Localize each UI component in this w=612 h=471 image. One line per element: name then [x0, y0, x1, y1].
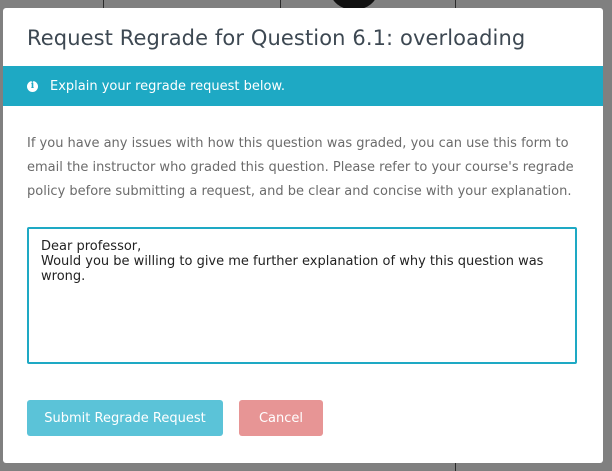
cancel-button[interactable]: Cancel — [239, 400, 323, 436]
info-circle-icon: i — [27, 80, 38, 92]
regrade-request-textarea[interactable]: Dear professor, Would you be willing to … — [27, 227, 577, 364]
regrade-description: If you have any issues with how this que… — [27, 136, 574, 199]
background-divider — [455, 0, 456, 8]
regrade-modal: Request Regrade for Question 6.1: overlo… — [3, 8, 603, 463]
modal-title: Request Regrade for Question 6.1: overlo… — [27, 26, 526, 50]
background-divider — [455, 463, 456, 471]
alert-text: Explain your regrade request below. — [50, 78, 286, 94]
info-alert: i Explain your regrade request below. — [3, 66, 603, 106]
background-divider — [103, 0, 104, 8]
submit-regrade-button[interactable]: Submit Regrade Request — [27, 400, 223, 436]
background-divider — [280, 0, 281, 8]
